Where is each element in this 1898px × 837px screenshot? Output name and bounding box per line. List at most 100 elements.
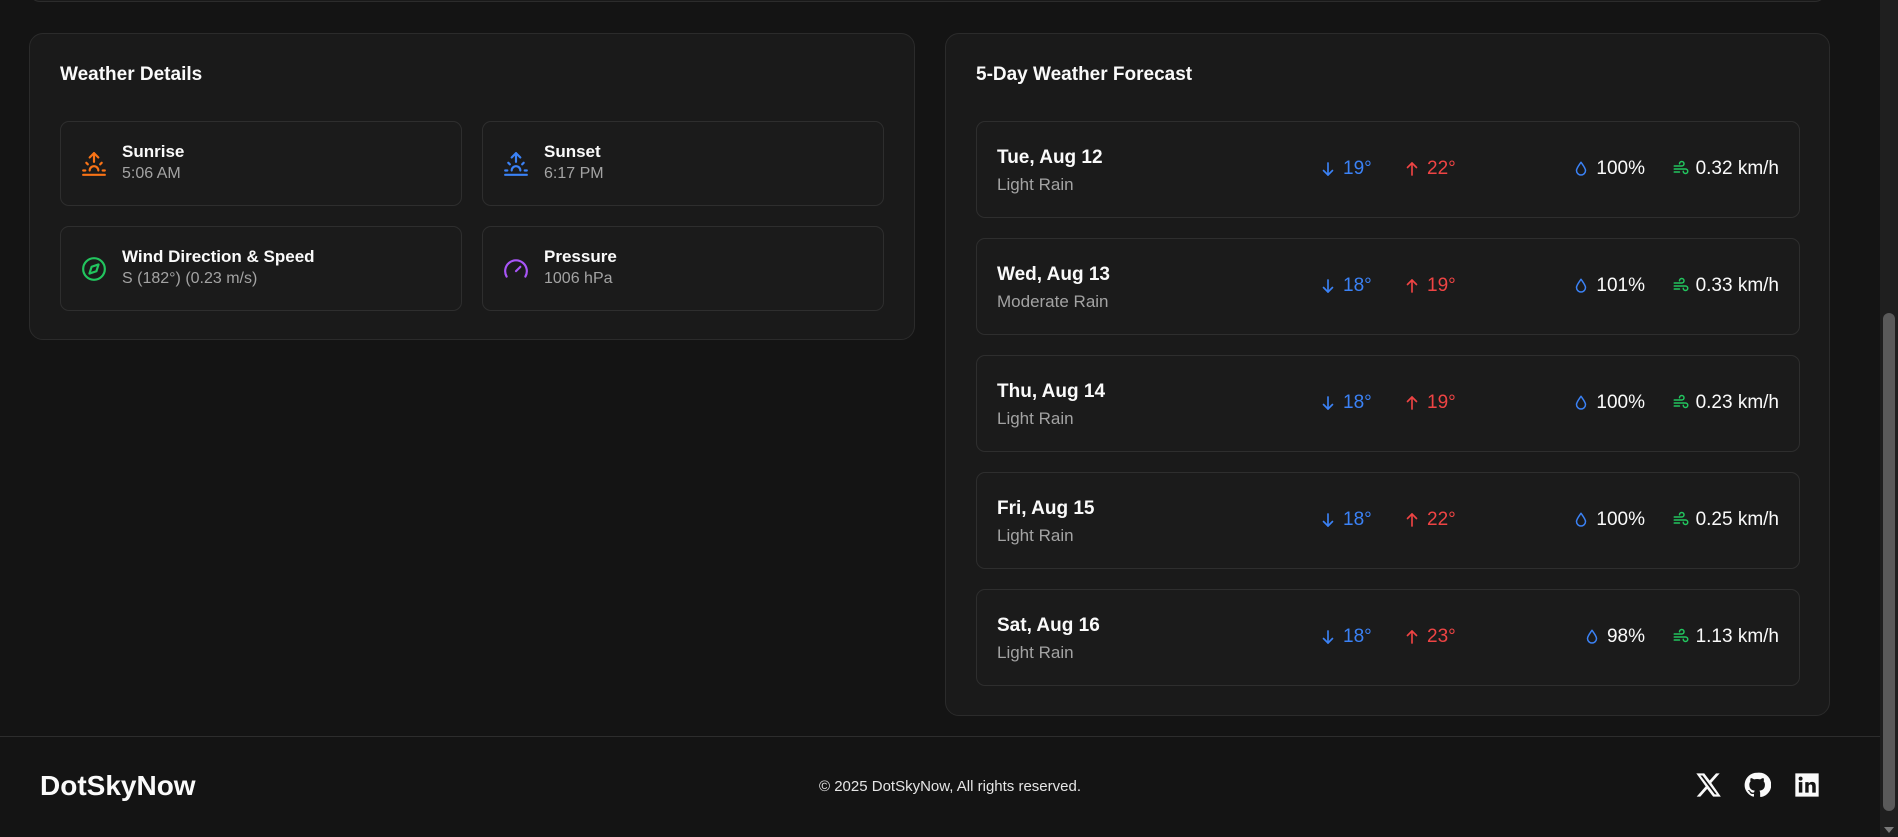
sunset-label: Sunset	[544, 142, 601, 161]
low-temp-value: 18°	[1343, 275, 1372, 296]
gauge-icon	[503, 256, 529, 282]
arrow-up-icon	[1403, 511, 1421, 529]
wind-icon	[1672, 394, 1690, 412]
wind-value: 0.23 km/h	[1695, 392, 1779, 413]
forecast-low-temp: 18°	[1319, 392, 1372, 414]
forecast-wind: 0.25 km/h	[1672, 509, 1779, 531]
wind-value: 0.25 km/h	[1695, 509, 1779, 530]
forecast-day-card: Thu, Aug 14 Light Rain 18° 19° 100% 0.23 km/h	[976, 355, 1800, 452]
forecast-condition: Moderate Rain	[997, 292, 1109, 311]
wind-value: 0.33 km/h	[1695, 275, 1779, 296]
forecast-date: Thu, Aug 14	[997, 381, 1106, 402]
humidity-value: 100%	[1596, 509, 1645, 530]
arrow-up-icon	[1403, 160, 1421, 178]
forecast-high-temp: 23°	[1403, 626, 1456, 648]
forecast-condition: Light Rain	[997, 643, 1074, 662]
forecast-humidity: 100%	[1572, 158, 1645, 180]
forecast-wind: 0.33 km/h	[1672, 275, 1779, 297]
pressure-card: Pressure 1006 hPa	[482, 226, 884, 311]
forecast-low-temp: 18°	[1319, 509, 1372, 531]
pressure-label: Pressure	[544, 247, 617, 266]
linkedin-icon[interactable]	[1793, 771, 1821, 799]
forecast-humidity: 100%	[1572, 509, 1645, 531]
pressure-value: 1006 hPa	[544, 270, 613, 287]
sunrise-icon	[81, 151, 107, 177]
low-temp-value: 19°	[1343, 158, 1372, 179]
github-icon[interactable]	[1743, 771, 1772, 799]
droplet-icon	[1572, 394, 1590, 412]
arrow-down-icon	[1319, 511, 1337, 529]
humidity-value: 101%	[1596, 275, 1645, 296]
weather-details-title: Weather Details	[60, 64, 203, 85]
wind-icon	[1672, 160, 1690, 178]
scrollbar[interactable]	[1880, 0, 1898, 837]
forecast-panel: 5-Day Weather Forecast Tue, Aug 12 Light …	[945, 33, 1830, 716]
forecast-wind: 0.23 km/h	[1672, 392, 1779, 414]
forecast-low-temp: 18°	[1319, 275, 1372, 297]
wind-icon	[1672, 628, 1690, 646]
wind-value: S (182°) (0.23 m/s)	[122, 270, 258, 287]
forecast-high-temp: 22°	[1403, 509, 1456, 531]
forecast-wind: 1.13 km/h	[1672, 626, 1779, 648]
footer-copyright: © 2025 DotSkyNow, All rights reserved.	[818, 778, 1081, 795]
low-temp-value: 18°	[1343, 509, 1372, 530]
forecast-high-temp: 19°	[1403, 392, 1456, 414]
wind-label: Wind Direction & Speed	[122, 247, 315, 266]
sunset-icon	[503, 151, 529, 177]
forecast-day-card: Fri, Aug 15 Light Rain 18° 22° 100% 0.25 km/h	[976, 472, 1800, 569]
droplet-icon	[1583, 628, 1601, 646]
low-temp-value: 18°	[1343, 392, 1372, 413]
compass-icon	[81, 256, 107, 282]
scrollbar-thumb[interactable]	[1883, 313, 1895, 811]
forecast-high-temp: 19°	[1403, 275, 1456, 297]
sunset-value: 6:17 PM	[544, 165, 604, 182]
forecast-condition: Light Rain	[997, 175, 1074, 194]
forecast-wind: 0.32 km/h	[1672, 158, 1779, 180]
forecast-date: Tue, Aug 12	[997, 147, 1103, 168]
forecast-humidity: 98%	[1583, 626, 1645, 648]
forecast-date: Wed, Aug 13	[997, 264, 1110, 285]
arrow-down-icon	[1319, 394, 1337, 412]
scroll-down-arrow[interactable]	[1884, 827, 1894, 833]
forecast-day-card: Wed, Aug 13 Moderate Rain 18° 19° 101% 0.33 k…	[976, 238, 1800, 335]
x-icon[interactable]	[1694, 771, 1722, 799]
forecast-condition: Light Rain	[997, 409, 1074, 428]
wind-icon	[1672, 277, 1690, 295]
high-temp-value: 19°	[1427, 392, 1456, 413]
droplet-icon	[1572, 160, 1590, 178]
arrow-down-icon	[1319, 160, 1337, 178]
footer-divider	[0, 736, 1880, 737]
weather-details-panel: Weather Details Sunrise 5:06 AM Sunset 6…	[29, 33, 915, 340]
humidity-value: 100%	[1596, 392, 1645, 413]
low-temp-value: 18°	[1343, 626, 1372, 647]
sunrise-value: 5:06 AM	[122, 165, 181, 182]
humidity-value: 98%	[1606, 626, 1645, 647]
arrow-up-icon	[1403, 277, 1421, 295]
previous-card-edge	[29, 0, 1826, 2]
forecast-low-temp: 18°	[1319, 626, 1372, 648]
forecast-date: Sat, Aug 16	[997, 615, 1100, 636]
high-temp-value: 22°	[1427, 509, 1456, 530]
humidity-value: 100%	[1596, 158, 1645, 179]
forecast-day-card: Tue, Aug 12 Light Rain 19° 22° 100% 0.32 km/h	[976, 121, 1800, 218]
arrow-up-icon	[1403, 628, 1421, 646]
high-temp-value: 19°	[1427, 275, 1456, 296]
forecast-day-card: Sat, Aug 16 Light Rain 18° 23° 98% 1.13 km/h	[976, 589, 1800, 686]
forecast-low-temp: 19°	[1319, 158, 1372, 180]
wind-card: Wind Direction & Speed S (182°) (0.23 m/…	[60, 226, 462, 311]
sunset-card: Sunset 6:17 PM	[482, 121, 884, 206]
forecast-high-temp: 22°	[1403, 158, 1456, 180]
high-temp-value: 23°	[1427, 626, 1456, 647]
forecast-condition: Light Rain	[997, 526, 1074, 545]
page: Weather Details Sunrise 5:06 AM Sunset 6…	[0, 0, 1880, 837]
forecast-humidity: 100%	[1572, 392, 1645, 414]
sunrise-label: Sunrise	[122, 142, 185, 161]
sunrise-card: Sunrise 5:06 AM	[60, 121, 462, 206]
wind-icon	[1672, 511, 1690, 529]
droplet-icon	[1572, 511, 1590, 529]
forecast-humidity: 101%	[1572, 275, 1645, 297]
high-temp-value: 22°	[1427, 158, 1456, 179]
wind-value: 1.13 km/h	[1695, 626, 1779, 647]
droplet-icon	[1572, 277, 1590, 295]
arrow-down-icon	[1319, 628, 1337, 646]
